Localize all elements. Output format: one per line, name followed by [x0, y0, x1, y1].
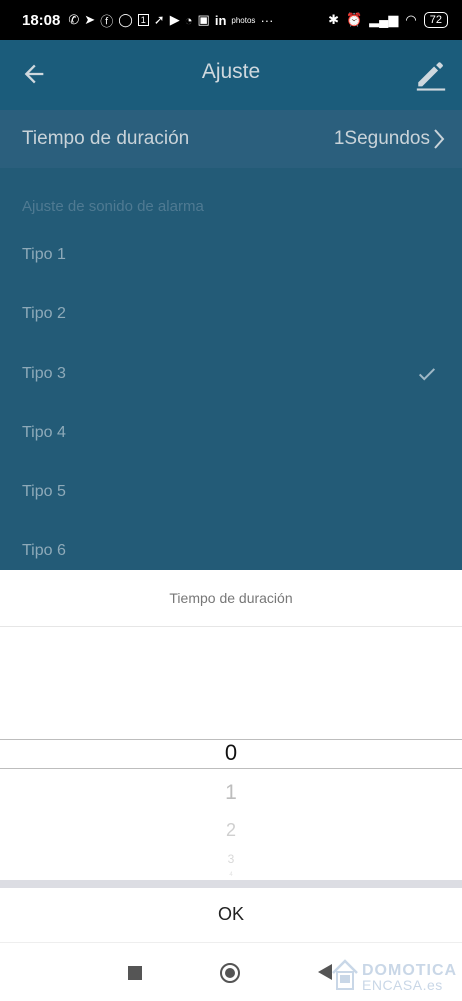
settings-content: Tiempo de duración 1Segundos Ajuste de s…: [0, 110, 462, 570]
status-time: 18:08: [22, 11, 61, 29]
picker-option-selected[interactable]: 0: [0, 740, 462, 766]
alarm-type-label: Tipo 5: [22, 483, 66, 500]
whatsapp-icon: ✆: [68, 12, 80, 27]
edit-pencil-icon[interactable]: [414, 58, 448, 92]
picker-option[interactable]: 2: [0, 820, 462, 841]
alarm-type-label: Tipo 1: [22, 246, 66, 263]
picker-selection-bottom-line: [0, 768, 462, 769]
linkedin-icon: in: [214, 12, 227, 28]
alarm-type-item[interactable]: Tipo 1: [0, 234, 462, 293]
alarm-section-header: Ajuste de sonido de alarma: [22, 198, 204, 215]
system-icons: ✱ ⏰ ▂▄▆ ◠ 72: [328, 12, 448, 28]
wifi-icon: ◠: [405, 12, 417, 27]
alarm-type-item[interactable]: Tipo 5: [0, 471, 462, 530]
bluetooth-icon: ✱: [328, 12, 339, 27]
status-bar: 18:08 ✆ ➤ ⓕ ◯ 1 ➚ ▶ ◔ ▣ in photos ··· ✱ …: [0, 0, 462, 40]
watermark-logo: DOMOTICA ENCASA.es: [362, 963, 457, 993]
home-icon[interactable]: [220, 963, 240, 983]
battery-icon: 72: [423, 12, 448, 28]
picker-option[interactable]: 1: [0, 781, 462, 805]
watermark-line2: ENCASA.es: [362, 977, 443, 993]
page-title: Ajuste: [201, 60, 261, 83]
location-arrow-icon: ➚: [153, 12, 165, 27]
checkmark-icon: [418, 368, 436, 381]
youtube-icon: ▶: [169, 12, 180, 27]
navigation-bar: DOMOTICA ENCASA.es: [0, 942, 462, 1001]
messenger-icon: ◔: [184, 12, 193, 28]
alarm-type-label: Tipo 6: [22, 542, 66, 559]
calendar-icon: 1: [137, 14, 149, 26]
picker-title: Tiempo de duración: [169, 590, 293, 606]
divider: [0, 626, 462, 627]
recent-apps-icon[interactable]: [128, 966, 142, 980]
house-logo-icon: [332, 959, 358, 990]
picker-option[interactable]: 3: [0, 852, 462, 866]
more-dots-icon: ···: [260, 12, 274, 28]
gallery-icon: ▣: [197, 12, 210, 27]
app-bar: Ajuste: [0, 40, 462, 110]
alarm-type-item[interactable]: Tipo 2: [0, 293, 462, 352]
duration-value: 1Segundos: [333, 128, 430, 149]
signal-icon: ▂▄▆: [369, 12, 399, 27]
alarm-type-label: Tipo 4: [22, 424, 66, 441]
alarm-type-label: Tipo 3: [22, 365, 66, 382]
photos-icon: photos: [231, 15, 256, 25]
picker-option[interactable]: 4: [0, 872, 462, 878]
alarm-clock-icon: ⏰: [346, 12, 363, 27]
alarm-type-item[interactable]: Tipo 4: [0, 412, 462, 471]
duration-row[interactable]: Tiempo de duración 1Segundos: [0, 110, 462, 168]
alarm-type-item-selected[interactable]: Tipo 3: [0, 353, 462, 412]
circle-app-icon: ◯: [118, 12, 133, 27]
facebook-icon: ⓕ: [100, 13, 114, 29]
sheet-separator: [0, 880, 462, 888]
duration-picker-sheet: Tiempo de duración 0 1 2 3 4 OK: [0, 570, 462, 942]
chevron-right-icon: [434, 129, 445, 149]
notification-icons: ✆ ➤ ⓕ ◯ 1 ➚ ▶ ◔ ▣ in photos ···: [68, 11, 273, 30]
duration-label: Tiempo de duración: [22, 128, 190, 149]
watermark-line1: DOMOTICA: [362, 962, 458, 979]
alarm-type-label: Tipo 2: [22, 305, 66, 322]
ok-button[interactable]: OK: [0, 904, 462, 925]
telegram-icon: ➤: [84, 12, 96, 27]
